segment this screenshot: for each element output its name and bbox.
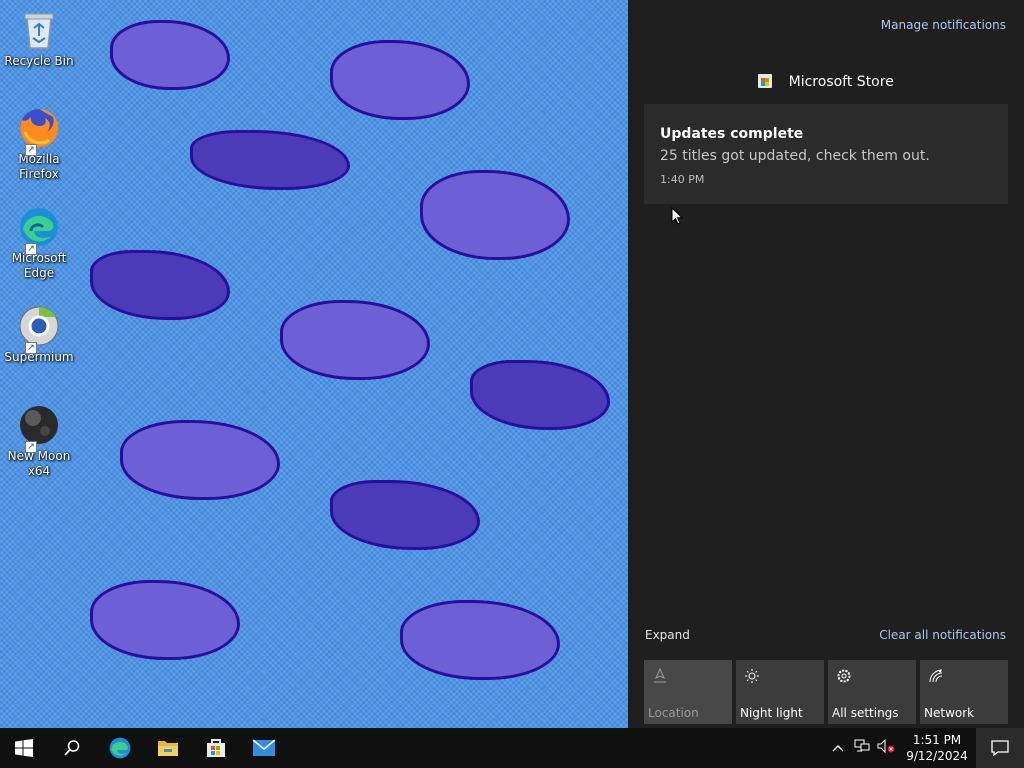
wallpaper-shape <box>90 580 240 660</box>
desktop-icon-label: New Moon x64 <box>7 449 71 478</box>
search-icon <box>64 740 80 756</box>
gear-icon <box>836 668 908 688</box>
shortcut-arrow-icon: ↗ <box>25 243 37 255</box>
desktop[interactable]: Recycle Bin ↗ Mozilla Firefox ↗ Microsof… <box>0 0 628 728</box>
volume-muted-icon[interactable] <box>874 738 898 757</box>
wallpaper-shape <box>330 480 480 550</box>
notification-card[interactable]: Updates complete 25 titles got updated, … <box>644 104 1008 204</box>
search-button[interactable] <box>48 728 96 768</box>
quick-action-all-settings[interactable]: All settings <box>828 660 916 724</box>
firefox-icon: ↗ <box>17 106 61 156</box>
edge-icon: ↗ <box>17 205 61 255</box>
clock-time: 1:51 PM <box>912 733 962 747</box>
action-center-panel: Manage notifications Microsoft Store Upd… <box>628 0 1024 728</box>
quick-action-network[interactable]: Network <box>920 660 1008 724</box>
location-icon <box>652 667 724 688</box>
quick-action-label: Network <box>924 706 975 720</box>
wallpaper-shape <box>470 360 610 430</box>
desktop-icon-label: Recycle Bin <box>4 54 74 68</box>
night-light-icon <box>744 668 816 688</box>
notification-body: 25 titles got updated, check them out. <box>660 148 930 164</box>
taskbar: 1:51 PM 9/12/2024 <box>0 728 1024 768</box>
network-icon <box>928 668 1000 688</box>
quick-action-label: Night light <box>740 706 803 720</box>
wallpaper-shape <box>330 40 470 120</box>
notification-title: Updates complete <box>660 126 804 142</box>
taskbar-file-explorer-button[interactable] <box>144 728 192 768</box>
taskbar-edge-button[interactable] <box>96 728 144 768</box>
notification-app-name: Microsoft Store <box>788 74 894 90</box>
taskbar-clock[interactable]: 1:51 PM 9/12/2024 <box>902 732 972 764</box>
desktop-icon-label: Mozilla Firefox <box>18 152 60 181</box>
quick-action-night-light[interactable]: Night light <box>736 660 824 724</box>
start-icon <box>15 739 33 757</box>
notification-icon <box>991 740 1009 756</box>
microsoft-store-icon <box>207 739 225 757</box>
microsoft-store-icon <box>758 74 773 88</box>
wallpaper-shape <box>280 300 430 380</box>
wallpaper-shape <box>110 20 230 90</box>
wallpaper-shape <box>190 130 350 190</box>
notification-time: 1:40 PM <box>660 173 705 186</box>
wallpaper-shape <box>120 420 280 500</box>
taskbar-store-button[interactable] <box>192 728 240 768</box>
wallpaper-shape <box>400 600 560 680</box>
taskbar-mail-button[interactable] <box>240 728 288 768</box>
file-explorer-icon <box>158 741 178 756</box>
wallpaper-shape <box>90 250 230 320</box>
start-button[interactable] <box>0 728 48 768</box>
shortcut-arrow-icon: ↗ <box>25 441 37 453</box>
quick-actions: Location Night light All settings Networ… <box>644 660 1008 724</box>
new-moon-icon: ↗ <box>17 403 61 453</box>
edge-icon <box>109 737 131 759</box>
quick-action-label: All settings <box>832 706 899 720</box>
desktop-icon-label: Microsoft Edge <box>11 251 67 280</box>
wallpaper-shape <box>420 170 570 260</box>
shortcut-arrow-icon: ↗ <box>25 144 37 156</box>
system-tray: 1:51 PM 9/12/2024 <box>826 728 1024 768</box>
notification-app-header: Microsoft Store <box>628 74 1024 90</box>
expand-quick-actions-link[interactable]: Expand <box>645 628 690 642</box>
clear-all-notifications-link[interactable]: Clear all notifications <box>879 628 1006 642</box>
quick-action-label: Location <box>648 706 699 720</box>
desktop-icon-supermium[interactable]: ↗ Supermium <box>4 304 74 365</box>
show-hidden-icons-chevron-icon[interactable] <box>826 741 850 756</box>
desktop-icon-recycle-bin[interactable]: Recycle Bin <box>4 8 74 69</box>
recycle-bin-icon <box>17 8 61 52</box>
network-wired-icon[interactable] <box>850 739 874 757</box>
quick-action-location[interactable]: Location <box>644 660 732 724</box>
shortcut-arrow-icon: ↗ <box>25 342 37 354</box>
manage-notifications-link[interactable]: Manage notifications <box>881 18 1006 32</box>
desktop-icon-new-moon[interactable]: ↗ New Moon x64 <box>4 403 74 479</box>
mouse-cursor-icon <box>671 206 684 230</box>
supermium-icon: ↗ <box>17 304 61 354</box>
clock-date: 9/12/2024 <box>906 749 968 763</box>
desktop-icon-firefox[interactable]: ↗ Mozilla Firefox <box>4 106 74 182</box>
action-center-button[interactable] <box>976 728 1024 768</box>
mail-icon <box>252 739 276 756</box>
desktop-icon-edge[interactable]: ↗ Microsoft Edge <box>4 205 74 281</box>
desktop-icon-label: Supermium <box>4 350 74 364</box>
